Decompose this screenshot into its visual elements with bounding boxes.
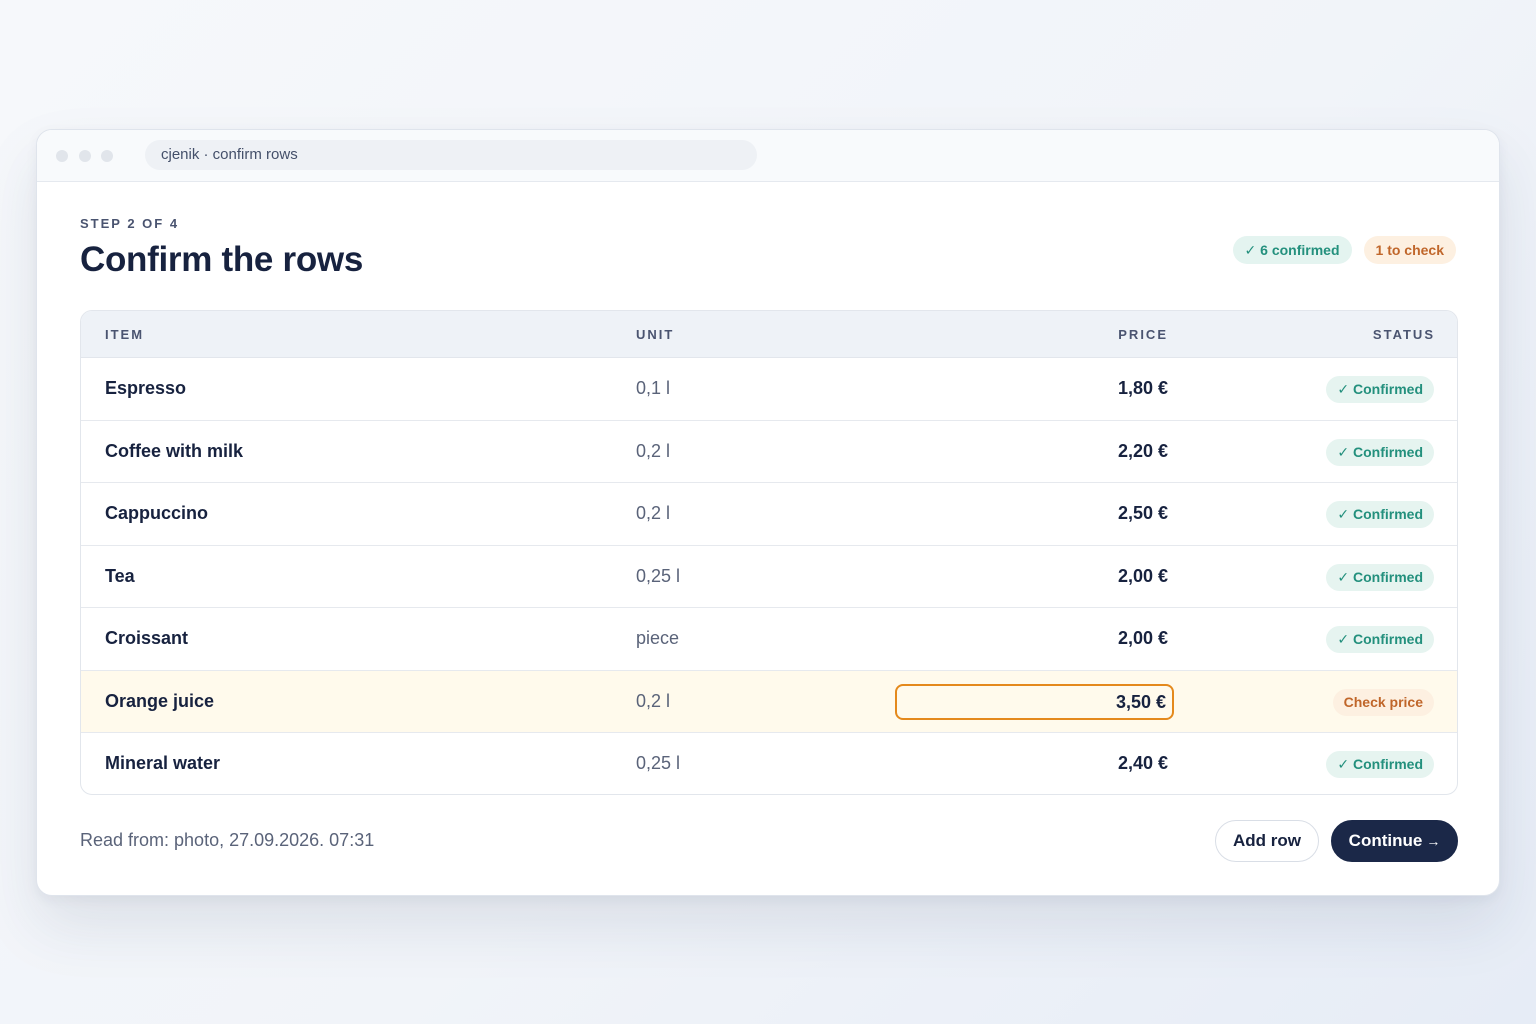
row-unit: 0,2 l bbox=[636, 690, 671, 711]
confirmed-count-badge: ✓ 6 confirmed bbox=[1232, 236, 1352, 264]
table-row-flagged[interactable]: Orange juice 0,2 l 3,50 € Check price bbox=[81, 670, 1457, 733]
column-header-item: ITEM bbox=[105, 327, 145, 342]
row-price[interactable]: 1,80 € bbox=[1118, 378, 1168, 399]
source-note: Read from: photo, 27.09.2026. 07:31 bbox=[80, 830, 375, 850]
row-price[interactable]: 2,50 € bbox=[1118, 503, 1168, 524]
continue-button[interactable]: Continue → bbox=[1331, 820, 1458, 862]
table-row[interactable]: Croissant piece 2,00 € ✓ Confirmed bbox=[81, 608, 1457, 671]
column-header-status: STATUS bbox=[1372, 327, 1435, 342]
to-check-count-badge: 1 to check bbox=[1363, 236, 1456, 264]
column-header-unit: UNIT bbox=[636, 327, 675, 342]
row-unit: 0,25 l bbox=[636, 565, 681, 586]
table-header: ITEM UNIT PRICE STATUS bbox=[81, 311, 1457, 358]
table-row[interactable]: Mineral water 0,25 l 2,40 € ✓ Confirmed bbox=[81, 733, 1457, 794]
status-badge-check-price: Check price bbox=[1332, 688, 1434, 716]
status-badge: ✓ Confirmed bbox=[1326, 501, 1434, 528]
address-bar[interactable]: cjenik · confirm rows bbox=[145, 140, 757, 170]
status-badge: ✓ Confirmed bbox=[1326, 751, 1434, 778]
window-maximize-dot[interactable] bbox=[101, 150, 113, 162]
continue-label: Continue bbox=[1348, 831, 1423, 850]
row-item: Mineral water bbox=[105, 753, 221, 773]
window-close-dot[interactable] bbox=[56, 150, 68, 162]
row-item: Coffee with milk bbox=[105, 440, 244, 461]
row-unit: piece bbox=[636, 628, 680, 648]
row-price[interactable]: 2,00 € bbox=[1118, 566, 1168, 587]
table-row[interactable]: Cappuccino 0,2 l 2,50 € ✓ Confirmed bbox=[81, 483, 1457, 546]
status-badge: ✓ Confirmed bbox=[1326, 376, 1434, 403]
add-row-button[interactable]: Add row bbox=[1215, 820, 1319, 862]
row-item: Cappuccino bbox=[105, 503, 209, 523]
row-price[interactable]: 2,40 € bbox=[1118, 753, 1168, 774]
table-row[interactable]: Tea 0,25 l 2,00 € ✓ Confirmed bbox=[81, 546, 1457, 608]
step-indicator: STEP 2 OF 4 bbox=[80, 216, 180, 231]
row-unit: 0,1 l bbox=[636, 378, 671, 398]
row-unit: 0,2 l bbox=[636, 503, 671, 523]
row-item: Espresso bbox=[105, 378, 187, 398]
arrow-right-icon: → bbox=[1426, 833, 1441, 849]
summary-badges: ✓ 6 confirmed 1 to check bbox=[1232, 236, 1456, 264]
row-unit: 0,2 l bbox=[636, 440, 671, 461]
table-row[interactable]: Espresso 0,1 l 1,80 € ✓ Confirmed bbox=[81, 358, 1457, 421]
table-row[interactable]: Coffee with milk 0,2 l 2,20 € ✓ Confirme… bbox=[81, 421, 1457, 483]
row-price[interactable]: 2,00 € bbox=[1118, 628, 1168, 649]
window-titlebar: cjenik · confirm rows bbox=[37, 130, 1499, 182]
page-title: Confirm the rows bbox=[80, 240, 363, 279]
status-badge: ✓ Confirmed bbox=[1326, 563, 1434, 591]
status-badge: ✓ Confirmed bbox=[1326, 438, 1434, 466]
row-item: Croissant bbox=[105, 628, 189, 648]
window-minimize-dot[interactable] bbox=[79, 150, 91, 162]
row-unit: 0,25 l bbox=[636, 753, 681, 773]
row-item: Tea bbox=[105, 565, 135, 586]
status-badge: ✓ Confirmed bbox=[1326, 626, 1434, 653]
row-price[interactable]: 2,20 € bbox=[1118, 441, 1168, 462]
rows-table: ITEM UNIT PRICE STATUS Espresso 0,1 l 1,… bbox=[80, 310, 1458, 795]
column-header-price: PRICE bbox=[1118, 327, 1168, 342]
app-window: cjenik · confirm rows STEP 2 OF 4 Confir… bbox=[36, 129, 1500, 896]
price-input-flagged[interactable]: 3,50 € bbox=[895, 683, 1174, 720]
row-item: Orange juice bbox=[105, 690, 215, 711]
main-content: STEP 2 OF 4 Confirm the rows ✓ 6 confirm… bbox=[80, 182, 1458, 895]
